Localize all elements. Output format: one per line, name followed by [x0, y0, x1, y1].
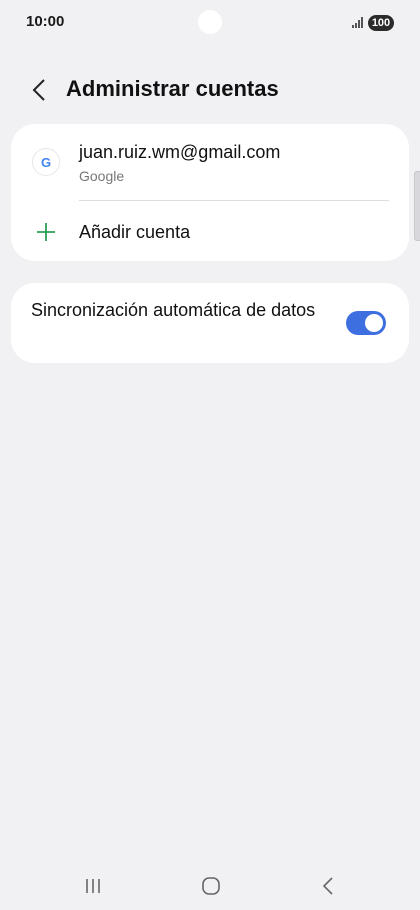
divider [79, 200, 389, 201]
google-icon: G [33, 149, 59, 175]
recent-apps-icon [86, 879, 100, 893]
accounts-card: G juan.ruiz.wm@gmail.com Google Añadir c… [11, 124, 409, 261]
account-item-google[interactable]: G juan.ruiz.wm@gmail.com Google [11, 124, 409, 200]
back-icon [322, 877, 333, 895]
auto-sync-toggle[interactable] [346, 311, 386, 335]
chevron-left-icon [32, 79, 45, 101]
home-icon [202, 877, 220, 895]
account-provider: Google [79, 168, 125, 184]
nav-back-button[interactable] [308, 874, 348, 898]
status-time: 10:00 [26, 13, 65, 30]
toggle-knob [365, 314, 383, 332]
add-account-button[interactable]: Añadir cuenta [11, 204, 409, 260]
recent-apps-button[interactable] [73, 874, 113, 898]
camera-cutout [198, 10, 222, 34]
home-button[interactable] [191, 874, 231, 898]
battery-icon: 100 [368, 15, 394, 31]
back-button[interactable] [26, 76, 52, 104]
page-title: Administrar cuentas [66, 76, 279, 101]
signal-icon [352, 17, 363, 28]
navigation-bar [0, 860, 420, 910]
status-bar: 10:00 100 [0, 0, 420, 46]
auto-sync-card[interactable]: Sincronización automática de datos [11, 283, 409, 363]
add-account-label: Añadir cuenta [79, 222, 191, 242]
edge-panel-handle[interactable] [414, 171, 420, 241]
app-header: Administrar cuentas [0, 70, 420, 110]
google-icon-letter: G [40, 154, 52, 170]
auto-sync-label: Sincronización automática de datos [31, 300, 316, 320]
plus-icon [37, 223, 55, 241]
account-email: juan.ruiz.wm@gmail.com [79, 142, 281, 162]
